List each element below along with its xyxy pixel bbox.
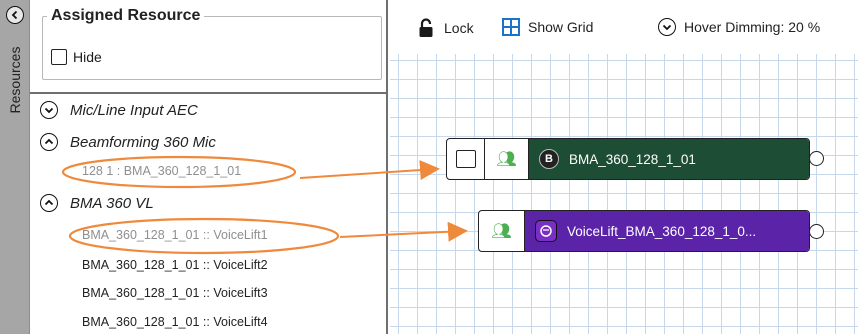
tree-item-bma-360-128-1-01[interactable]: 128 1 : BMA_360_128_1_01 xyxy=(82,164,241,178)
chevron-down-icon[interactable] xyxy=(658,18,676,36)
chevron-up-icon[interactable] xyxy=(40,133,58,151)
show-grid-label: Show Grid xyxy=(528,19,594,35)
lock-button[interactable]: Lock xyxy=(418,18,474,38)
unlock-icon xyxy=(419,18,433,37)
tree-group-beamforming-360-mic[interactable]: Beamforming 360 Mic xyxy=(40,133,216,151)
hide-checkbox[interactable] xyxy=(51,49,67,65)
grid-icon xyxy=(502,18,520,36)
canvas-toolbar: Lock Show Grid Hover Dimming: 20 % xyxy=(390,0,858,54)
tree-item-voicelift1[interactable]: BMA_360_128_1_01 :: VoiceLift1 xyxy=(82,228,268,242)
output-port[interactable] xyxy=(809,224,824,239)
tree-item-voicelift3[interactable]: BMA_360_128_1_01 :: VoiceLift3 xyxy=(82,286,268,300)
resource-tree: Mic/Line Input AEC Beamforming 360 Mic 1… xyxy=(30,94,386,334)
people-icon: 👥︎ xyxy=(496,151,517,168)
tree-group-label: BMA 360 VL xyxy=(70,194,154,212)
resources-rail: Resources xyxy=(0,0,30,334)
voicelift-badge-icon xyxy=(535,220,557,242)
chevron-down-icon[interactable] xyxy=(40,101,58,119)
hover-dimming-control[interactable]: Hover Dimming: 20 % xyxy=(658,18,820,36)
show-grid-button[interactable]: Show Grid xyxy=(502,18,593,36)
output-port[interactable] xyxy=(809,151,824,166)
tree-group-label: Beamforming 360 Mic xyxy=(70,133,216,151)
tree-group-label: Mic/Line Input AEC xyxy=(70,101,198,119)
tree-item-voicelift2[interactable]: BMA_360_128_1_01 :: VoiceLift2 xyxy=(82,258,268,272)
lock-label: Lock xyxy=(444,20,474,36)
hover-dimming-label: Hover Dimming: 20 % xyxy=(684,19,821,35)
block-checkbox[interactable] xyxy=(455,150,476,168)
resources-panel: Assigned Resource Hide Mic/Line Input AE… xyxy=(30,0,388,334)
hide-label: Hide xyxy=(73,49,102,65)
design-canvas[interactable]: 👥︎ B BMA_360_128_1_01 👥︎ VoiceLift_BMA_3… xyxy=(390,54,858,334)
tree-group-bma-360-vl[interactable]: BMA 360 VL xyxy=(40,194,154,212)
chevron-left-icon xyxy=(11,10,18,20)
block-users-cell: 👥︎ xyxy=(485,139,529,179)
assigned-resource-title: Assigned Resource xyxy=(47,7,205,25)
collapse-panel-button[interactable] xyxy=(6,6,24,24)
assigned-resource-group: Assigned Resource Hide xyxy=(42,7,382,80)
beamforming-badge-icon: B xyxy=(539,149,559,169)
resources-rail-label: Resources xyxy=(7,46,23,114)
voicelift-block-label: VoiceLift_BMA_360_128_1_0... xyxy=(567,223,757,239)
block-users-cell: 👥︎ xyxy=(479,211,525,251)
people-icon: 👥︎ xyxy=(491,223,512,240)
bma-block[interactable]: 👥︎ B BMA_360_128_1_01 xyxy=(446,138,810,180)
bma-block-label: BMA_360_128_1_01 xyxy=(569,151,696,167)
block-select-cell[interactable] xyxy=(447,139,485,179)
bma-block-name-cell[interactable]: B BMA_360_128_1_01 xyxy=(529,139,809,179)
voicelift-block[interactable]: 👥︎ VoiceLift_BMA_360_128_1_0... xyxy=(478,210,810,252)
voicelift-block-name-cell[interactable]: VoiceLift_BMA_360_128_1_0... xyxy=(525,211,809,251)
chevron-up-icon[interactable] xyxy=(40,194,58,212)
tree-item-voicelift4[interactable]: BMA_360_128_1_01 :: VoiceLift4 xyxy=(82,315,268,329)
tree-group-mic-line-input-aec[interactable]: Mic/Line Input AEC xyxy=(40,101,198,119)
hide-option[interactable]: Hide xyxy=(51,49,102,65)
